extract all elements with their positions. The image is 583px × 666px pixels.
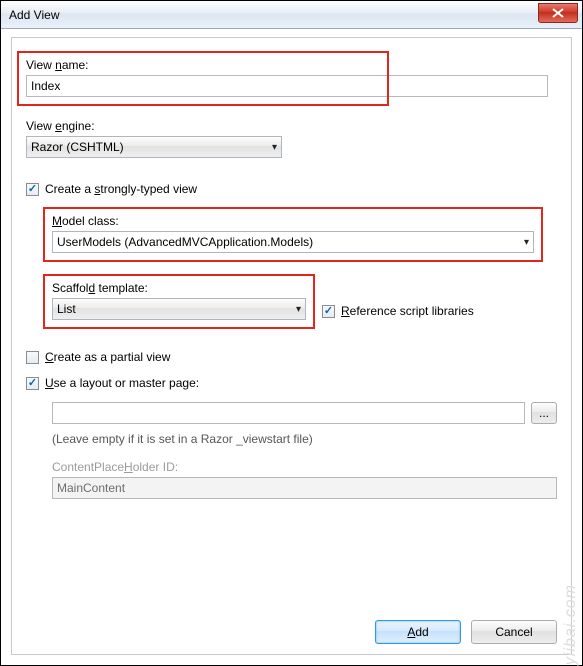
chevron-down-icon: ▾	[272, 142, 277, 153]
model-class-group: Model class: UserModels (AdvancedMVCAppl…	[44, 208, 542, 261]
browse-button[interactable]: ...	[531, 402, 557, 424]
window-title: Add View	[9, 8, 538, 22]
placeholder-input	[52, 477, 557, 499]
chevron-down-icon: ▾	[524, 237, 529, 248]
view-name-input[interactable]	[26, 75, 548, 97]
watermark: yiibai.com	[562, 584, 580, 665]
strongly-typed-label: Create a strongly-typed view	[45, 182, 197, 196]
layout-details: ... (Leave empty if it is set in a Razor…	[52, 402, 557, 499]
layout-checkbox[interactable]	[26, 377, 39, 390]
cancel-button[interactable]: Cancel	[471, 620, 557, 644]
window-buttons	[538, 1, 578, 28]
ref-scripts-label: Reference script libraries	[341, 304, 474, 318]
view-engine-value: Razor (CSHTML)	[31, 140, 124, 154]
view-engine-group: View engine: Razor (CSHTML) ▾	[26, 119, 557, 158]
scaffold-select[interactable]: List ▾	[52, 298, 306, 320]
model-class-select[interactable]: UserModels (AdvancedMVCApplication.Model…	[52, 231, 534, 253]
strongly-typed-checkbox[interactable]	[26, 183, 39, 196]
dialog-content: View name: View engine: Razor (CSHTML) ▾…	[11, 37, 572, 655]
partial-view-label: Create as a partial view	[45, 350, 170, 364]
view-name-label: View name:	[26, 58, 380, 72]
add-button[interactable]: Add	[375, 620, 461, 644]
model-class-label: Model class:	[52, 214, 534, 228]
title-bar: Add View	[1, 1, 582, 29]
dialog-footer: Add Cancel	[375, 620, 557, 644]
layout-path-input[interactable]	[52, 402, 525, 424]
ref-scripts-checkbox[interactable]	[322, 305, 335, 318]
layout-row[interactable]: Use a layout or master page:	[26, 376, 557, 390]
view-engine-label: View engine:	[26, 119, 557, 133]
ref-scripts-row[interactable]: Reference script libraries	[322, 304, 474, 318]
layout-label: Use a layout or master page:	[45, 376, 199, 390]
placeholder-label: ContentPlaceHolder ID:	[52, 460, 557, 474]
partial-view-checkbox[interactable]	[26, 351, 39, 364]
close-icon	[552, 8, 564, 18]
view-engine-select[interactable]: Razor (CSHTML) ▾	[26, 136, 282, 158]
partial-view-row[interactable]: Create as a partial view	[26, 350, 557, 364]
strongly-typed-checkbox-row[interactable]: Create a strongly-typed view	[26, 182, 557, 196]
scaffold-value: List	[57, 302, 76, 316]
scaffold-group: Scaffold template: List ▾	[44, 275, 314, 328]
close-button[interactable]	[538, 3, 578, 23]
view-name-group: View name:	[18, 52, 388, 105]
scaffold-label: Scaffold template:	[52, 281, 306, 295]
chevron-down-icon: ▾	[296, 304, 301, 315]
model-class-value: UserModels (AdvancedMVCApplication.Model…	[57, 235, 313, 249]
dialog-window: Add View View name: View engine: Razor (…	[0, 0, 583, 666]
layout-help-text: (Leave empty if it is set in a Razor _vi…	[52, 432, 557, 446]
